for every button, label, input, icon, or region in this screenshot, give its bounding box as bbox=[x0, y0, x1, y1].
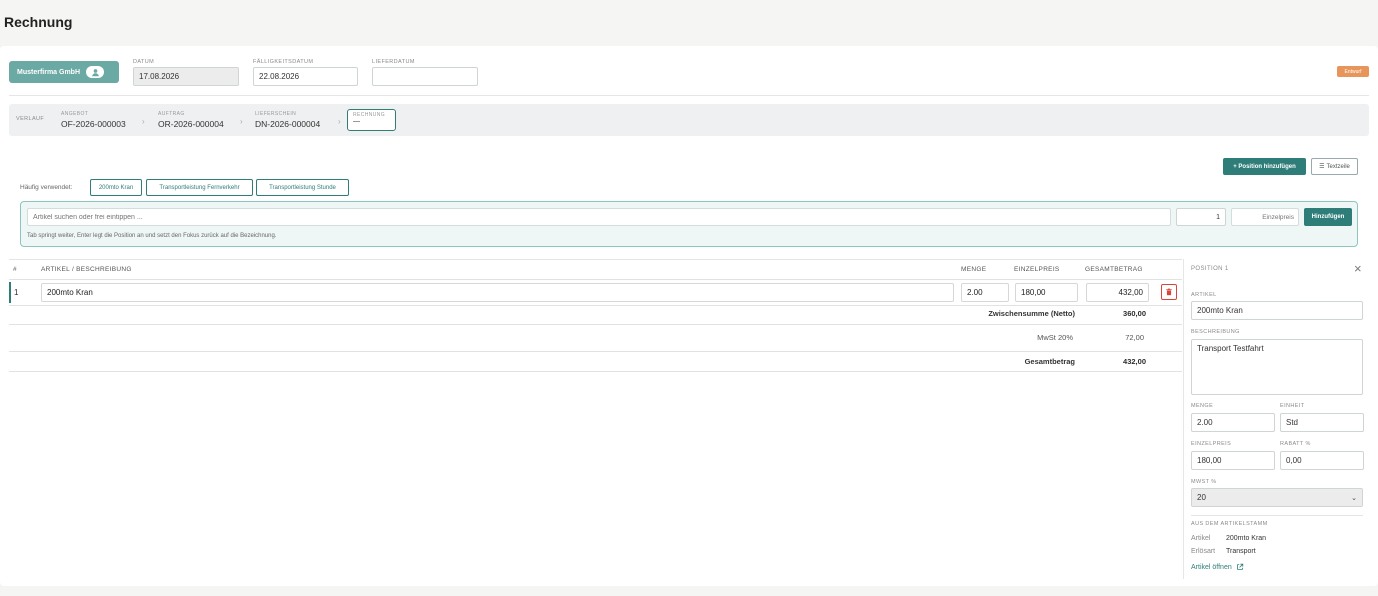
history-step-rechnung: RECHNUNG — bbox=[347, 109, 396, 131]
subtotal-value: 360,00 bbox=[1123, 309, 1146, 318]
frequent-label: Häufig verwendet: bbox=[20, 184, 73, 191]
beschreibung-label: BESCHREIBUNG bbox=[1191, 329, 1240, 335]
history-step-lieferschein[interactable]: LIEFERSCHEIN DN-2026-000004 bbox=[255, 111, 320, 129]
row-price-input[interactable]: 180,00 bbox=[1015, 283, 1078, 302]
quick-add-hint: Tab springt weiter, Enter legt die Posit… bbox=[27, 233, 277, 239]
user-icon bbox=[86, 66, 105, 78]
unit-price-input[interactable] bbox=[1231, 208, 1299, 226]
step-label: AUFTRAG bbox=[158, 111, 185, 117]
grand-total-value: 432,00 bbox=[1123, 357, 1146, 366]
external-link-icon bbox=[1236, 563, 1243, 570]
row-number: 1 bbox=[14, 288, 19, 297]
text-line-button[interactable]: ☰ Textzeile bbox=[1311, 158, 1358, 175]
faellig-field[interactable]: 22.08.2026 bbox=[253, 67, 358, 86]
customer-button[interactable]: Musterfirma GmbH bbox=[9, 61, 119, 83]
frequent-chip[interactable]: Transportleistung Fernverkehr bbox=[146, 179, 253, 196]
einzelpreis-label: EINZELPREIS bbox=[1191, 441, 1232, 447]
chevron-right-icon: › bbox=[240, 117, 243, 126]
article-search-input[interactable] bbox=[27, 208, 1171, 226]
artikel-label: ARTIKEL bbox=[1191, 292, 1217, 298]
quick-add-panel: 1 Hinzufügen Tab springt weiter, Enter l… bbox=[20, 201, 1358, 247]
open-article-link[interactable]: Artikel öffnen bbox=[1191, 563, 1244, 571]
delete-row-button[interactable] bbox=[1161, 284, 1177, 300]
col-header-price: EINZELPREIS bbox=[1014, 266, 1060, 273]
close-icon[interactable]: × bbox=[1354, 262, 1362, 276]
subtotal-label: Zwischensumme (Netto) bbox=[988, 309, 1075, 318]
mwst-value: 20 bbox=[1197, 493, 1206, 502]
stamm-artikel-value: 200mto Kran bbox=[1226, 535, 1267, 542]
stamm-erloes-key: Erlösart bbox=[1191, 548, 1216, 555]
panel-divider bbox=[1191, 515, 1363, 516]
step-value: — bbox=[353, 118, 360, 125]
faellig-label: FÄLLIGKEITSDATUM bbox=[253, 59, 314, 65]
add-button[interactable]: Hinzufügen bbox=[1304, 208, 1352, 226]
frequent-chip[interactable]: Transportleistung Stunde bbox=[256, 179, 349, 196]
frequent-chip[interactable]: 200mto Kran bbox=[90, 179, 142, 196]
header-divider bbox=[9, 95, 1369, 96]
step-label: LIEFERSCHEIN bbox=[255, 111, 297, 117]
step-value: DN-2026-000004 bbox=[255, 119, 321, 129]
col-header-num: # bbox=[13, 266, 17, 273]
liefer-label: LIEFERDATUM bbox=[372, 59, 415, 65]
step-value: OR-2026-000004 bbox=[158, 119, 224, 129]
grand-total-label: Gesamtbetrag bbox=[1024, 357, 1075, 366]
row-article-input[interactable]: 200mto Kran bbox=[41, 283, 954, 302]
header-row-divider bbox=[9, 279, 1182, 280]
menge-field[interactable]: 2.00 bbox=[1191, 413, 1275, 432]
history-step-auftrag[interactable]: AUFTRAG OR-2026-000004 bbox=[158, 111, 224, 129]
status-badge: Entwurf bbox=[1337, 66, 1369, 77]
vat-label: MwSt 20% bbox=[1037, 333, 1073, 342]
table-top-divider bbox=[9, 259, 1182, 260]
col-header-total: GESAMTBETRAG bbox=[1085, 266, 1143, 273]
datum-label: DATUM bbox=[133, 59, 155, 65]
artikel-field[interactable]: 200mto Kran bbox=[1191, 301, 1363, 320]
panel-title: POSITION 1 bbox=[1191, 266, 1229, 272]
col-header-qty: MENGE bbox=[961, 266, 987, 273]
trash-icon bbox=[1166, 288, 1172, 296]
position-detail-panel: POSITION 1 × ARTIKEL 200mto Kran BESCHRE… bbox=[1183, 259, 1378, 579]
row-divider bbox=[9, 324, 1182, 325]
history-label: VERLAUF bbox=[16, 116, 45, 122]
chevron-down-icon: ⌄ bbox=[1351, 494, 1357, 502]
beschreibung-textarea[interactable]: Transport Testfahrt bbox=[1191, 339, 1363, 395]
chevron-right-icon: › bbox=[338, 117, 341, 126]
chevron-right-icon: › bbox=[142, 117, 145, 126]
text-lines-icon: ☰ bbox=[1319, 164, 1325, 170]
vat-value: 72,00 bbox=[1125, 333, 1144, 342]
customer-name: Musterfirma GmbH bbox=[17, 68, 81, 76]
row-divider bbox=[9, 351, 1182, 352]
row-divider bbox=[9, 371, 1182, 372]
rabatt-label: RABATT % bbox=[1280, 441, 1311, 447]
row-qty-input[interactable]: 2.00 bbox=[961, 283, 1009, 302]
history-step-angebot[interactable]: ANGEBOT OF-2026-000003 bbox=[61, 111, 126, 129]
datum-field[interactable]: 17.08.2026 bbox=[133, 67, 239, 86]
mwst-select[interactable]: 20 ⌄ bbox=[1191, 488, 1363, 507]
einheit-label: EINHEIT bbox=[1280, 403, 1305, 409]
menge-label: MENGE bbox=[1191, 403, 1214, 409]
history-bar: VERLAUF ANGEBOT OF-2026-000003 › AUFTRAG… bbox=[9, 104, 1369, 136]
step-label: ANGEBOT bbox=[61, 111, 89, 117]
stamm-artikel-key: Artikel bbox=[1191, 535, 1211, 542]
einzelpreis-field[interactable]: 180,00 bbox=[1191, 451, 1275, 470]
einheit-field[interactable]: Std bbox=[1280, 413, 1364, 432]
liefer-field[interactable] bbox=[372, 67, 478, 86]
col-header-article: ARTIKEL / BESCHREIBUNG bbox=[41, 266, 132, 273]
step-value: OF-2026-000003 bbox=[61, 119, 126, 129]
stamm-label: AUS DEM ARTIKELSTAMM bbox=[1191, 521, 1268, 527]
stamm-erloes-value: Transport bbox=[1226, 548, 1256, 555]
quantity-input[interactable]: 1 bbox=[1176, 208, 1226, 226]
rabatt-field[interactable]: 0,00 bbox=[1280, 451, 1364, 470]
text-line-label: Textzeile bbox=[1326, 163, 1350, 170]
open-article-label: Artikel öffnen bbox=[1191, 563, 1232, 571]
row-total-field: 432,00 bbox=[1086, 283, 1149, 302]
add-position-button[interactable]: + Position hinzufügen bbox=[1223, 158, 1306, 175]
row-divider bbox=[9, 305, 1182, 306]
mwst-label: MWST % bbox=[1191, 479, 1217, 485]
page-title: Rechnung bbox=[4, 14, 73, 30]
table-row[interactable]: 1 200mto Kran 2.00 180,00 432,00 bbox=[9, 282, 1182, 303]
